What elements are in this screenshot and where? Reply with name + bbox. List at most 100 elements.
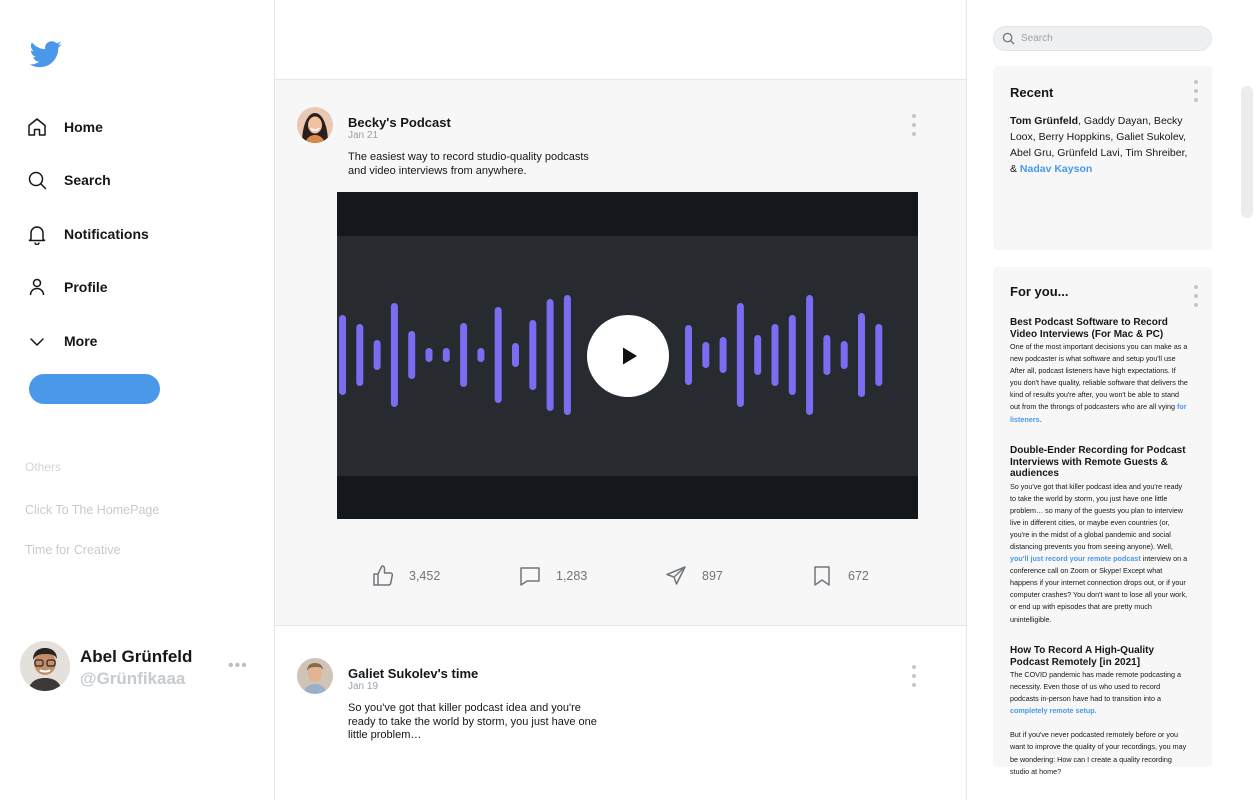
waveform-bar [546,299,554,411]
bell-icon [26,223,48,245]
post-date: Jan 21 [348,130,379,141]
article[interactable]: How To Record A High-Quality Podcast Rem… [1010,645,1188,778]
waveform-bar [823,335,831,375]
article-body: But if you've never podcasted remotely b… [1010,730,1187,776]
article-text: So you've got that killer podcast idea a… [1010,481,1183,551]
waveform-bar [840,341,848,369]
card-title: For you... [1010,284,1069,299]
send-icon [666,566,686,585]
search-icon [1002,32,1015,45]
waveform-bar [425,348,433,362]
user-handle: @Grünfikaaa [80,669,186,688]
waveform-bar [356,324,364,386]
like-button[interactable]: 3,452 [371,563,440,589]
nav-label: Home [64,119,103,135]
waveform-bar [771,324,779,386]
like-count: 3,452 [409,569,441,583]
chevron-down-icon [26,330,48,352]
nav-search[interactable]: Search [26,165,111,195]
user-icon [26,276,48,298]
play-icon [623,347,637,365]
waveform-bar [408,331,416,379]
bookmark-icon [814,566,830,586]
waveform-bar [442,348,450,362]
article-title[interactable]: Best Podcast Software to Record Video In… [1010,317,1188,340]
feed: Becky's Podcast Jan 21 The easiest way t… [275,0,967,800]
post-menu-icon[interactable] [911,665,917,687]
post-author[interactable]: Becky's Podcast [348,115,451,130]
waveform-bar [685,325,692,385]
nav-label: Profile [64,279,108,295]
waveform-bar [512,343,519,367]
waveform-bar [339,315,346,395]
feed-header [275,0,966,80]
play-button[interactable] [587,315,669,397]
nav-home[interactable]: Home [26,112,103,142]
card-menu-icon[interactable] [1193,80,1199,102]
article[interactable]: Best Podcast Software to Record Video In… [1010,317,1188,426]
search-bar[interactable] [993,26,1212,51]
waveform-bar [875,324,883,386]
search-input[interactable] [1021,33,1201,44]
waveform-bar [736,303,744,407]
article-text: The COVID pandemic has made remote podca… [1010,670,1181,704]
more-options-icon[interactable]: ••• [228,657,248,675]
article-text: One of the most important decisions you … [1010,342,1188,412]
recent-last-name-link[interactable]: Nadav Kayson [1020,163,1092,175]
share-button[interactable]: 897 [664,563,723,589]
search-icon [26,169,48,191]
video-player[interactable] [337,192,918,519]
article-link[interactable]: you'll just record your remote podcast [1010,554,1141,563]
comment-count: 1,283 [556,569,588,583]
comment-button[interactable]: 1,283 [518,563,587,589]
comment-icon [520,567,540,586]
waveform-bar [858,313,865,397]
nav-more[interactable]: More [26,326,97,356]
waveform-bar [373,340,381,370]
thumbs-up-icon [373,565,394,586]
waveform-bar [719,337,727,373]
waveform-bar [390,303,398,407]
post-button[interactable] [29,374,160,404]
home-icon [26,116,48,138]
others-heading: Others [25,460,62,474]
left-sidebar: Home Search Notifications Profile More O… [0,0,275,800]
scrollbar-thumb[interactable] [1241,86,1253,218]
nav-notifications[interactable]: Notifications [26,219,149,249]
article-text: interview on a conference call on Zoom o… [1010,554,1188,624]
post[interactable]: Galiet Sukolev's time Jan 19 So you've g… [275,627,966,800]
waveform-bar [754,335,762,375]
post-date: Jan 19 [348,681,379,692]
post[interactable]: Becky's Podcast Jan 21 The easiest way t… [275,80,966,626]
article[interactable]: Double-Ender Recording for Podcast Inter… [1010,445,1188,626]
post-text: The easiest way to record studio-quality… [348,151,589,177]
homepage-link[interactable]: Click To The HomePage [25,503,159,517]
waveform-bar [806,295,814,415]
nav-profile[interactable]: Profile [26,272,108,302]
post-menu-icon[interactable] [911,114,917,136]
creative-link[interactable]: Time for Creative [25,543,120,557]
post-author[interactable]: Galiet Sukolev's time [348,666,478,681]
nav-label: Notifications [64,226,149,242]
post-text: So you've got that killer podcast idea a… [348,702,597,741]
avatar [297,658,333,694]
waveform-bar [529,320,537,390]
recent-names: Tom Grünfeld, Gaddy Dayan, Becky Loox, B… [1010,113,1190,177]
avatar [297,107,333,143]
article-link[interactable]: completely remote setup. [1010,706,1097,715]
article-body: One of the most important decisions you … [1010,341,1188,426]
recent-card: Recent Tom Grünfeld, Gaddy Dayan, Becky … [993,66,1212,250]
bookmark-count: 672 [848,569,869,583]
article-title[interactable]: How To Record A High-Quality Podcast Rem… [1010,645,1188,668]
account-switcher[interactable]: Abel Grünfeld @Grünfikaaa ••• [20,641,260,693]
share-count: 897 [702,569,723,583]
right-sidebar: Recent Tom Grünfeld, Gaddy Dayan, Becky … [967,0,1260,800]
twitter-bird-icon[interactable] [28,38,64,70]
recent-lead-name[interactable]: Tom Grünfeld [1010,115,1078,127]
waveform-bar [460,323,468,387]
card-title: Recent [1010,85,1054,100]
article-title[interactable]: Double-Ender Recording for Podcast Inter… [1010,445,1188,480]
bookmark-button[interactable]: 672 [810,563,869,589]
waveform-bar [494,307,502,403]
card-menu-icon[interactable] [1193,285,1199,307]
